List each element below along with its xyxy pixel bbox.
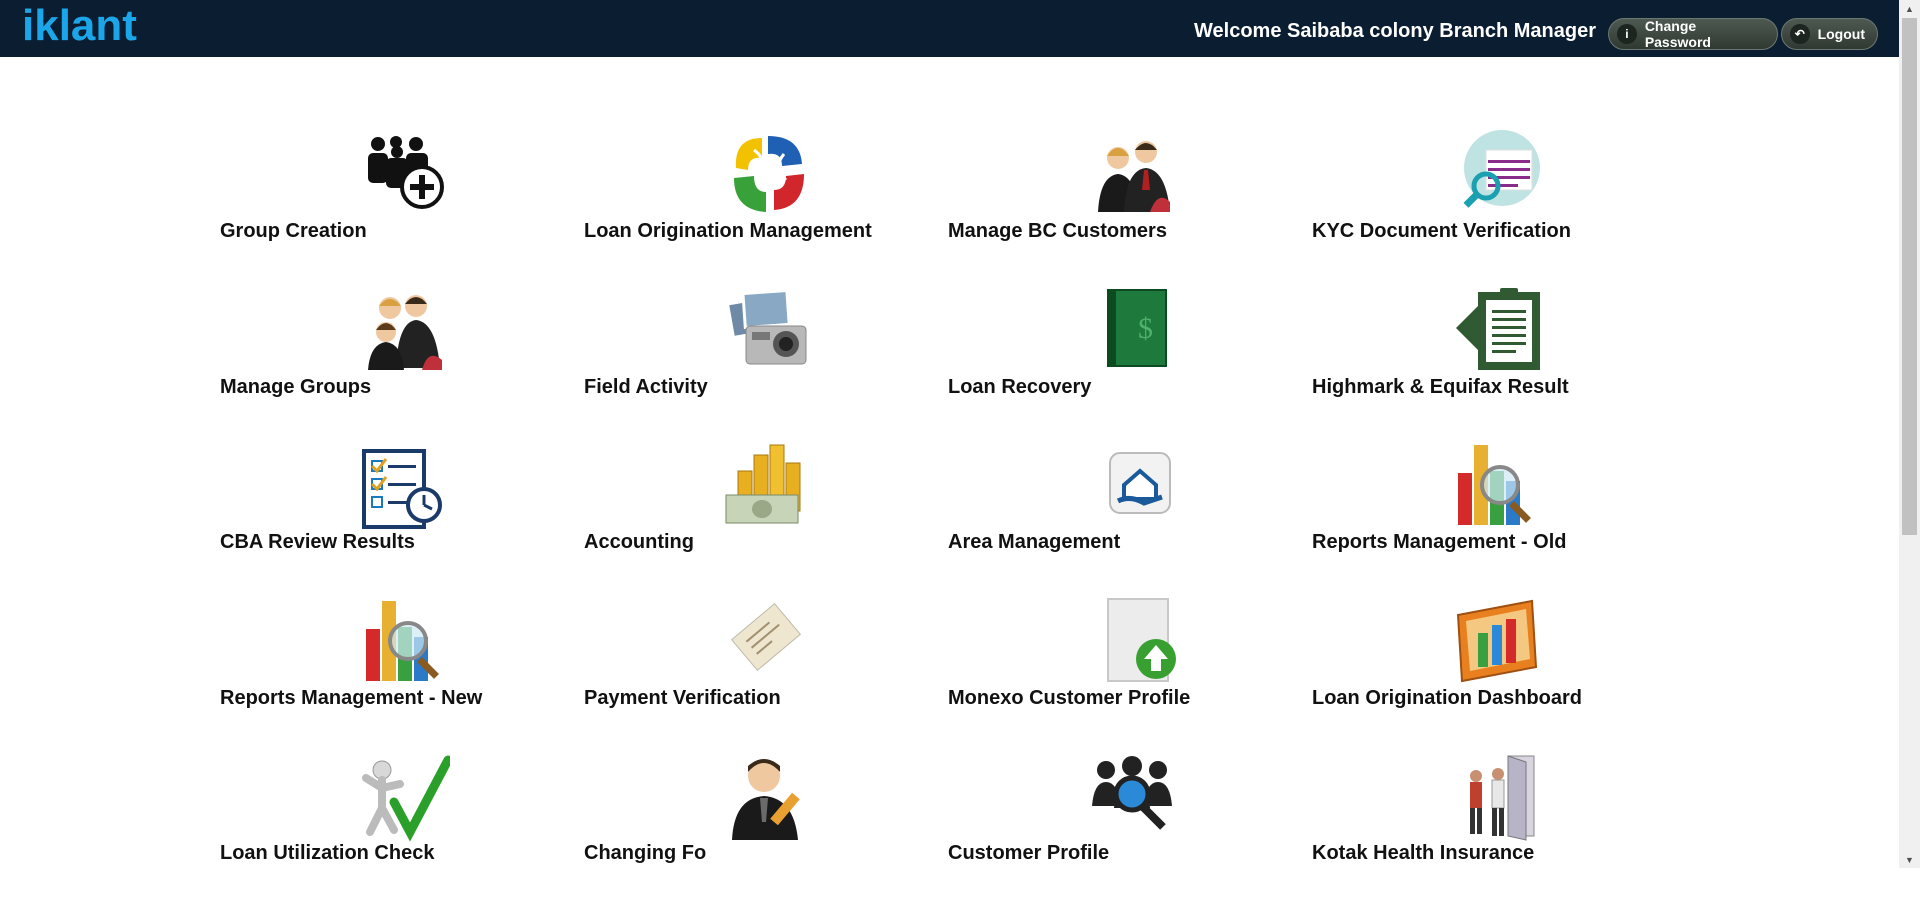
scroll-up-arrow-icon[interactable]: ▲ [1899,0,1920,17]
logout-arrow-icon: ↶ [1790,24,1810,44]
menu-tile[interactable]: Loan Utilization Check [220,752,550,902]
menu-tile[interactable]: Field Activity [584,286,914,436]
menu-tile[interactable]: Reports Management - New [220,597,550,747]
menu-tile-label: Payment Verification [584,687,781,709]
menu-tile[interactable]: $ Loan Recovery [948,286,1278,436]
menu-tile[interactable]: Payment Verification [584,597,914,747]
menu-tile-label: Manage Groups [220,376,372,398]
vertical-scrollbar[interactable]: ▲ ▼ [1899,0,1920,868]
chart-magnifier-icon [1452,441,1542,531]
menu-tile-label: Changing Fo [584,842,707,864]
group-add-icon [360,130,450,220]
menu-tile-label: Manage BC Customers [948,220,1167,242]
menu-tile-label: Loan Utilization Check [220,842,435,864]
menu-tile-label: Loan Origination Management [584,220,872,242]
menu-tile[interactable]: Accounting [584,441,914,591]
menu-tile[interactable]: Kotak Health Insurance [1312,752,1642,902]
bar-chart-board-icon [1452,597,1542,687]
menu-tile[interactable]: Changing Fo [584,752,914,902]
chart-magnifier-icon [360,597,450,687]
menu-tile-label: Highmark & Equifax Result [1312,376,1569,398]
welcome-message: Welcome Saibaba colony Branch Manager [1194,20,1596,42]
logout-button[interactable]: ↶ Logout [1781,18,1878,50]
menu-tile-label: Field Activity [584,376,708,398]
money-book-icon: $ [1088,286,1178,376]
camera-photos-icon [724,286,814,376]
menu-tile[interactable]: Monexo Customer Profile [948,597,1278,747]
scroll-down-arrow-icon[interactable]: ▼ [1899,851,1920,868]
menu-tile[interactable]: Customer Profile [948,752,1278,902]
menu-tile-label: Monexo Customer Profile [948,687,1191,709]
menu-tile-label: Reports Management - Old [1312,531,1567,553]
people-search-icon [1088,752,1178,842]
logout-label: Logout [1817,26,1865,42]
coins-cash-icon [724,441,814,531]
change-password-label: Change Password [1644,18,1711,50]
menu-tile-label: Group Creation [220,220,367,242]
menu-tile[interactable]: Loan Origination Management [584,130,914,280]
menu-tile[interactable]: Highmark & Equifax Result [1312,286,1642,436]
menu-tile-label: KYC Document Verification [1312,220,1571,242]
menu-tile-label: CBA Review Results [220,531,415,553]
menu-tile[interactable]: KYC Document Verification [1312,130,1642,280]
menu-tile[interactable]: Loan Origination Dashboard [1312,597,1642,747]
top-header: iklant Welcome Saibaba colony Branch Man… [0,0,1899,57]
house-hand-icon [1088,441,1178,531]
menu-tile-label: Area Management [948,531,1121,553]
menu-tile-label: Customer Profile [948,842,1110,864]
cheque-icon [724,597,814,687]
menu-tile[interactable]: Manage BC Customers [948,130,1278,280]
menu-tile-label: Loan Recovery [948,376,1092,398]
menu-tile[interactable]: Manage Groups [220,286,550,436]
menu-tile[interactable]: Area Management [948,441,1278,591]
document-upload-icon [1088,597,1178,687]
svg-text:$: $ [1138,312,1153,345]
people-group-icon [360,286,450,376]
menu-tile-label: Reports Management - New [220,687,483,709]
change-password-button[interactable]: i Change Password [1608,18,1778,50]
menu-tile[interactable]: CBA Review Results [220,441,550,591]
person-checkmark-icon [360,752,453,842]
people-door-icon [1452,752,1542,842]
app-logo[interactable]: iklant [22,2,137,50]
people-meeting-icon [1088,130,1178,220]
menu-tile-label: Accounting [584,531,694,553]
person-pencil-icon [724,752,814,842]
menu-tile-label: Kotak Health Insurance [1312,842,1535,864]
scrollbar-thumb[interactable] [1902,18,1917,535]
hands-circle-icon [724,130,814,220]
menu-tile-label: Loan Origination Dashboard [1312,687,1583,709]
clipboard-report-icon [1452,286,1542,376]
checklist-stopwatch-icon [360,441,450,531]
menu-tile[interactable]: Reports Management - Old [1312,441,1642,591]
document-search-icon [1452,130,1542,220]
info-icon: i [1617,24,1637,44]
menu-tile[interactable]: Group Creation [220,130,550,280]
